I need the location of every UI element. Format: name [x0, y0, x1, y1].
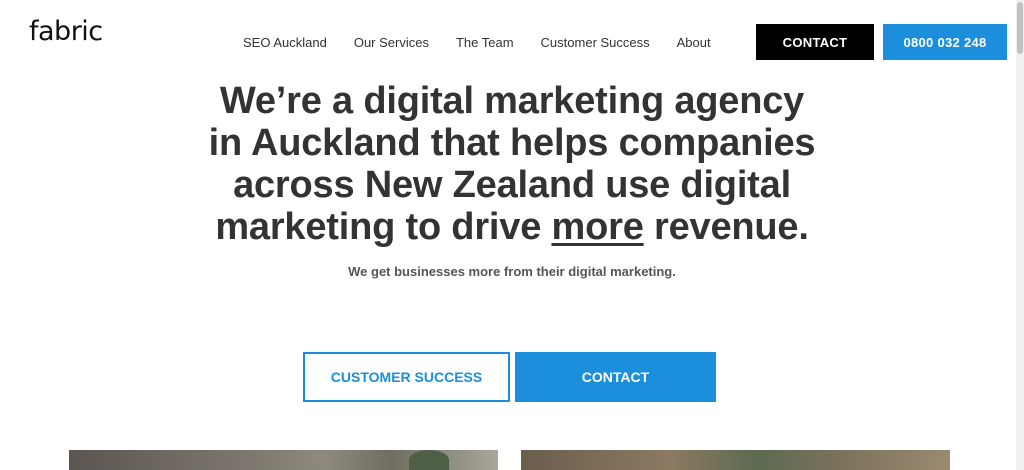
- plant-leaf-shape: [409, 450, 449, 470]
- scrollbar-thumb[interactable]: [1017, 2, 1023, 54]
- hero-title-line-3: across New Zealand use digital: [233, 164, 791, 206]
- logo[interactable]: fabric: [29, 16, 103, 47]
- feature-image-left: [69, 450, 498, 470]
- hero-title-emphasis: more: [551, 206, 644, 248]
- hero-title: We’re a digital marketing agency in Auck…: [172, 80, 852, 248]
- header-contact-button[interactable]: CONTACT: [756, 24, 874, 60]
- customer-success-button[interactable]: CUSTOMER SUCCESS: [303, 352, 510, 402]
- hero-title-line-4-post: revenue.: [643, 206, 809, 248]
- hero-contact-button[interactable]: CONTACT: [515, 352, 716, 402]
- hero-title-line-4-pre: marketing to drive: [215, 206, 552, 248]
- feature-image-right: [521, 450, 950, 470]
- hero-title-line-1: We’re a digital marketing agency: [219, 80, 805, 122]
- nav-the-team[interactable]: The Team: [456, 35, 514, 50]
- main-nav: SEO Auckland Our Services The Team Custo…: [243, 35, 711, 50]
- hero-title-line-2: in Auckland that helps companies: [208, 122, 816, 164]
- nav-customer-success[interactable]: Customer Success: [541, 35, 650, 50]
- scrollbar[interactable]: [1016, 0, 1024, 470]
- hero-subtitle: We get businesses more from their digita…: [348, 264, 676, 279]
- page: fabric SEO Auckland Our Services The Tea…: [0, 0, 1024, 470]
- nav-our-services[interactable]: Our Services: [354, 35, 429, 50]
- header-phone-button[interactable]: 0800 032 248: [883, 24, 1007, 60]
- nav-about[interactable]: About: [677, 35, 711, 50]
- nav-seo-auckland[interactable]: SEO Auckland: [243, 35, 327, 50]
